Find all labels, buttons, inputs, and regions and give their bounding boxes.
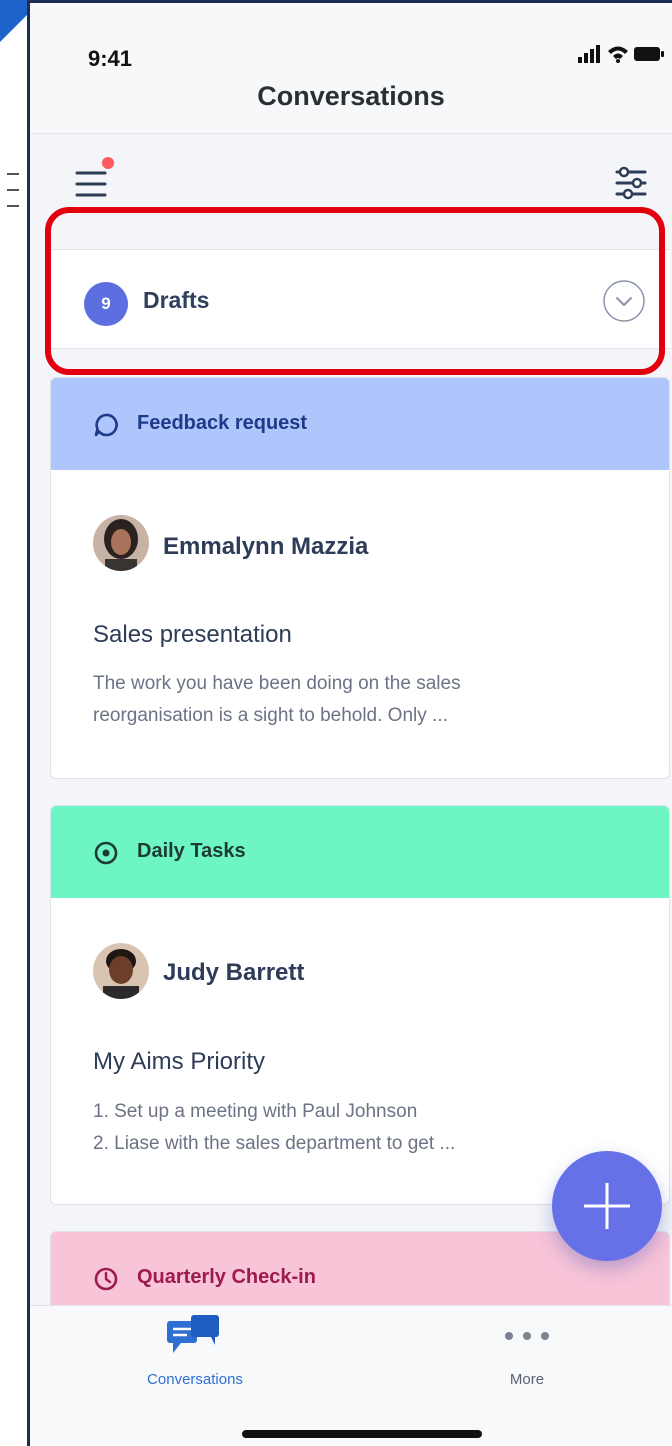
status-icons <box>578 45 664 63</box>
conversation-subject: Sales presentation <box>93 621 292 648</box>
nav-more-label[interactable]: More <box>477 1371 577 1388</box>
conversations-icon[interactable] <box>165 1313 221 1355</box>
new-conversation-button[interactable] <box>552 1151 662 1261</box>
card-header-title: Feedback request <box>137 412 308 434</box>
conversation-card-feedback[interactable]: Feedback request Emmalynn Mazzia Sales p… <box>50 377 670 779</box>
home-indicator <box>242 1430 482 1438</box>
menu-icon[interactable] <box>75 153 115 203</box>
card-header: Daily Tasks <box>51 806 669 898</box>
status-time: 9:41 <box>88 46 133 71</box>
card-header-title: Daily Tasks <box>137 840 246 862</box>
conversation-subject: My Aims Priority <box>93 1048 266 1075</box>
target-icon <box>94 841 118 865</box>
chat-bubble-icon <box>94 413 118 437</box>
more-icon[interactable] <box>502 1329 552 1343</box>
filter-icon[interactable] <box>614 165 648 201</box>
card-header: Feedback request <box>51 378 669 470</box>
page-title: Conversations <box>257 81 445 111</box>
left-margin <box>0 0 27 1446</box>
side-tick-icon <box>7 173 19 207</box>
card-header-title: Quarterly Check-in <box>137 1266 316 1288</box>
avatar <box>93 943 149 999</box>
phone-screen: 9:41 Conversations 9 Drafts Feedback req… <box>30 3 672 1446</box>
plus-icon <box>584 1183 630 1229</box>
drafts-highlight-box <box>45 207 665 375</box>
preview-line: 1. Set up a meeting with Paul Johnson <box>93 1101 418 1122</box>
nav-conversations-label[interactable]: Conversations <box>130 1371 260 1388</box>
conversation-card-daily-tasks[interactable]: Daily Tasks Judy Barrett My Aims Priorit… <box>50 805 670 1205</box>
conversation-preview: The work you have been doing on the sale… <box>93 668 653 732</box>
author-name: Judy Barrett <box>163 959 305 986</box>
avatar <box>93 515 149 571</box>
clock-icon <box>94 1267 118 1291</box>
preview-line: reorganisation is a sight to behold. Onl… <box>93 705 448 726</box>
preview-line: The work you have been doing on the sale… <box>93 673 461 694</box>
author-name: Emmalynn Mazzia <box>163 533 369 560</box>
